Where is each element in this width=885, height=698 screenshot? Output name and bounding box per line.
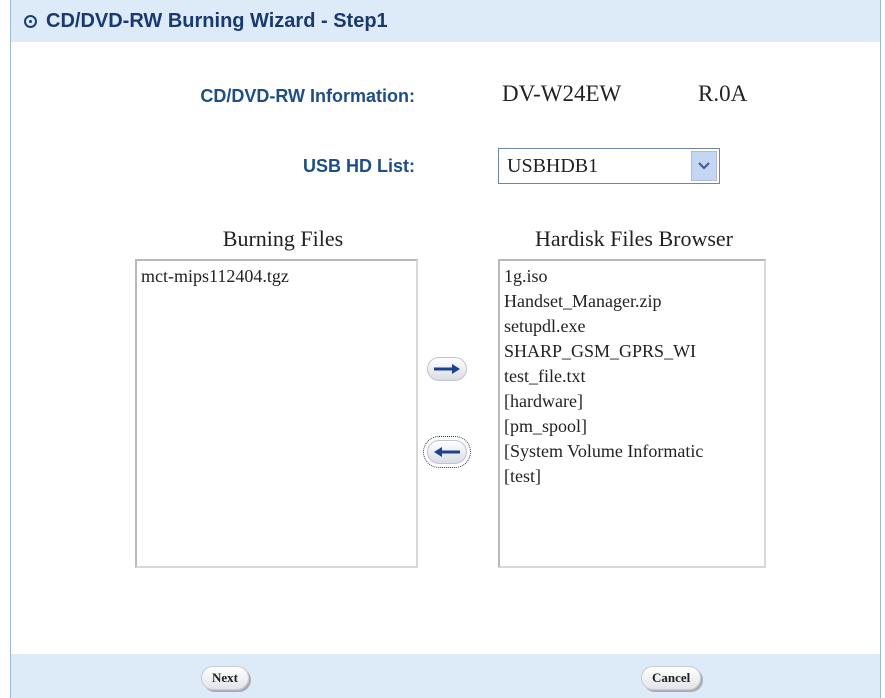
burning-files-list[interactable]: mct-mips112404.tgz [135, 259, 418, 568]
list-item[interactable]: mct-mips112404.tgz [139, 264, 414, 289]
list-item[interactable]: [hardware] [502, 389, 762, 414]
list-item[interactable]: SHARP_GSM_GPRS_WI [502, 339, 762, 364]
list-item[interactable]: Handset_Manager.zip [502, 289, 762, 314]
list-item[interactable]: [test] [502, 464, 762, 489]
browser-files-heading: Hardisk Files Browser [535, 226, 733, 251]
cancel-button[interactable]: Cancel [641, 666, 702, 690]
cdrw-info-label: CD/DVD-RW Information: [200, 86, 415, 106]
list-item[interactable]: test_file.txt [502, 364, 762, 389]
next-button[interactable]: Next [201, 666, 249, 690]
page-title: CD/DVD-RW Burning Wizard - Step1 [46, 9, 388, 32]
radio-bullet-icon [24, 14, 37, 28]
remove-from-burn-button[interactable] [423, 436, 471, 468]
wizard-window: CD/DVD-RW Burning Wizard - Step1 CD/DVD-… [10, 0, 881, 698]
usb-hd-selected-value: USBHDB1 [507, 155, 599, 177]
usb-hd-list-label: USB HD List: [303, 156, 415, 176]
chevron-down-icon[interactable] [691, 151, 717, 181]
burning-files-items: mct-mips112404.tgz [137, 261, 416, 292]
list-item[interactable]: setupdl.exe [502, 314, 762, 339]
hardisk-files-list[interactable]: 1g.iso Handset_Manager.zip setupdl.exe SHAR… [498, 259, 766, 568]
usb-hd-select[interactable]: USBHDB1 [498, 148, 720, 184]
arrow-left-icon [434, 447, 460, 457]
list-item[interactable]: [System Volume Informatic [502, 439, 762, 464]
drive-revision-value: R.0A [698, 81, 748, 106]
arrow-right-icon [434, 364, 460, 374]
drive-model-value: DV-W24EW [502, 81, 622, 106]
hardisk-files-items: 1g.iso Handset_Manager.zip setupdl.exe SHAR… [500, 261, 764, 492]
title-bar: CD/DVD-RW Burning Wizard - Step1 [11, 0, 880, 42]
list-item[interactable]: [pm_spool] [502, 414, 762, 439]
burning-files-heading: Burning Files [222, 226, 344, 251]
add-to-burn-button[interactable] [427, 357, 467, 381]
list-item[interactable]: 1g.iso [502, 264, 762, 289]
footer-bar: Next Cancel [11, 654, 880, 698]
